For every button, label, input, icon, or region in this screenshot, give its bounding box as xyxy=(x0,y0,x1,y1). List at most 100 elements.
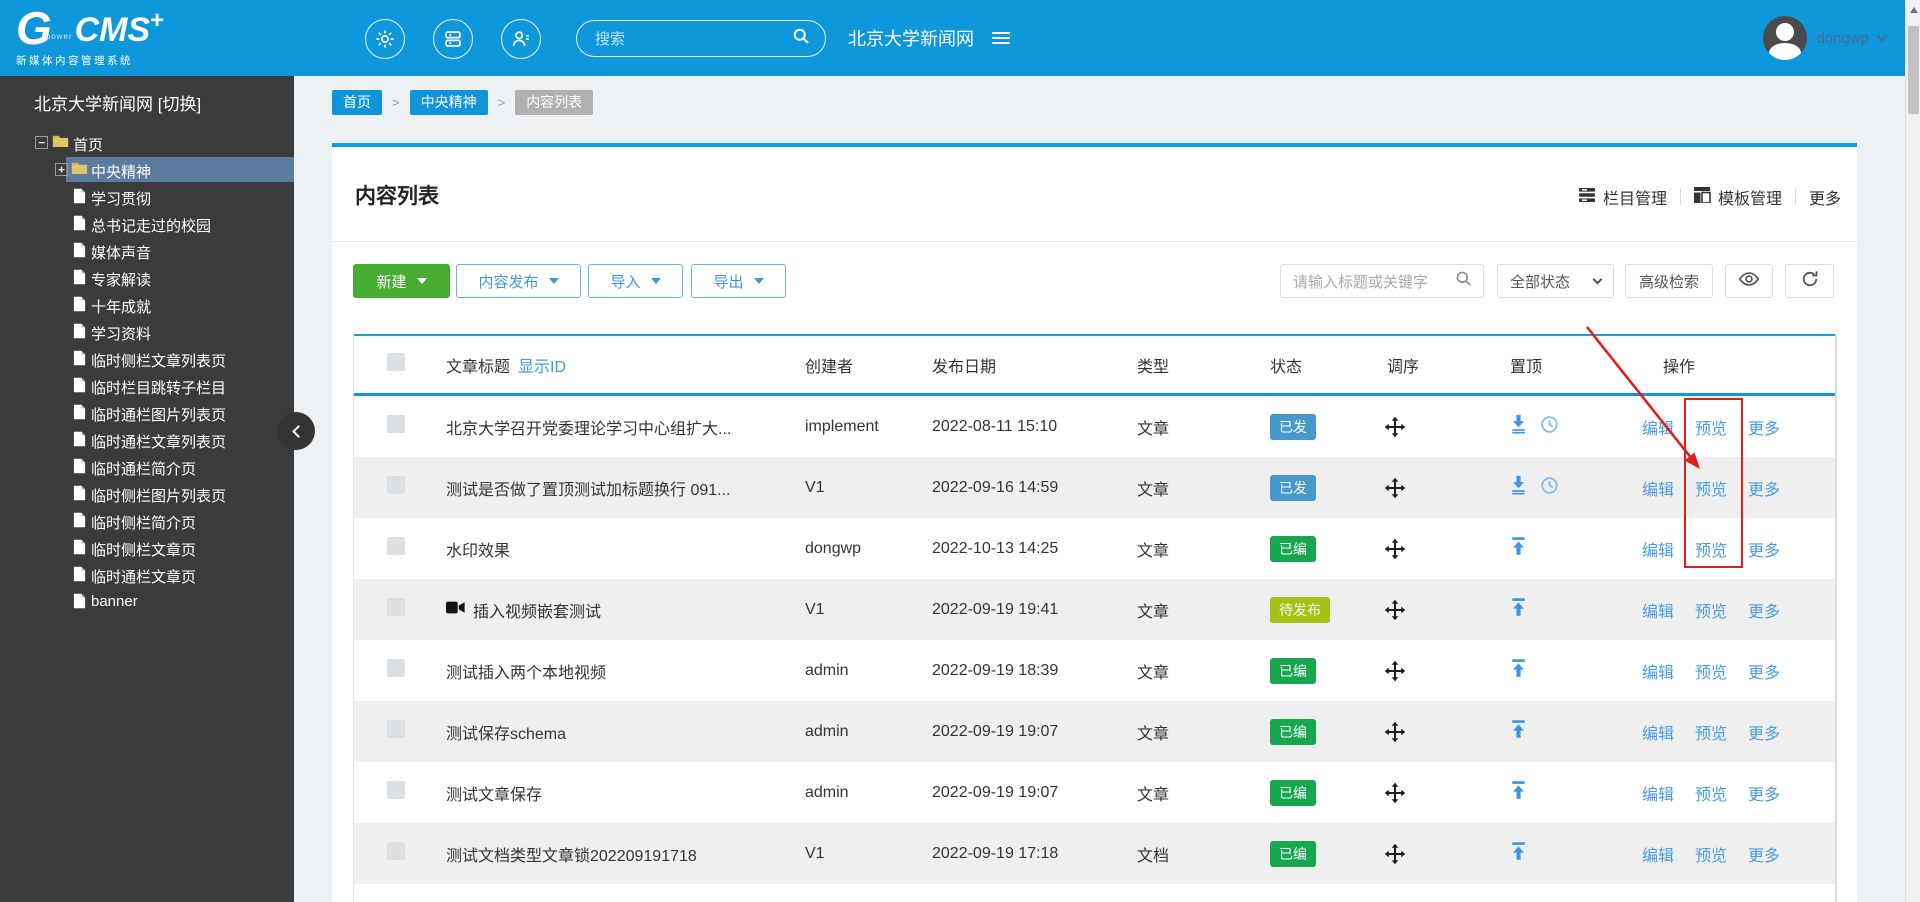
avatar[interactable] xyxy=(1763,16,1808,60)
move-icon[interactable] xyxy=(1382,660,1510,682)
row-checkbox[interactable] xyxy=(387,476,405,494)
column-manage-button[interactable]: 栏目管理 xyxy=(1578,185,1667,209)
preview-link[interactable]: 预览 xyxy=(1695,848,1727,865)
more-link[interactable]: 更多 xyxy=(1748,482,1780,499)
article-title[interactable]: 测试保存schema xyxy=(446,720,566,744)
tree-item[interactable]: + 中央精神 xyxy=(0,156,294,183)
edit-link[interactable]: 编辑 xyxy=(1642,665,1674,682)
tree-item[interactable]: 媒体声音 xyxy=(0,237,294,264)
new-button[interactable]: 新建 xyxy=(353,264,450,298)
refresh-button[interactable] xyxy=(1785,264,1834,298)
sidebar-site-title[interactable]: 北京大学新闻网 [切换] xyxy=(34,90,201,115)
page-scrollbar[interactable] xyxy=(1905,0,1920,902)
tree-item[interactable]: 临时侧栏图片列表页 xyxy=(0,480,294,507)
clock-icon[interactable] xyxy=(1540,415,1559,439)
more-link[interactable]: 更多 xyxy=(1748,665,1780,682)
edit-link[interactable]: 编辑 xyxy=(1642,421,1674,438)
pin-top-icon[interactable] xyxy=(1510,536,1527,561)
preview-link[interactable]: 预览 xyxy=(1695,726,1727,743)
advanced-search-button[interactable]: 高级检索 xyxy=(1625,264,1713,298)
article-title[interactable]: 水印效果 xyxy=(446,537,510,561)
header-search[interactable]: 搜索 xyxy=(576,20,826,57)
row-checkbox[interactable] xyxy=(387,781,405,799)
hamburger-icon[interactable] xyxy=(992,29,1010,47)
more-link[interactable]: 更多 xyxy=(1748,543,1780,560)
row-checkbox[interactable] xyxy=(387,842,405,860)
move-icon[interactable] xyxy=(1382,477,1510,499)
scroll-up-button[interactable] xyxy=(1906,2,1920,18)
row-checkbox[interactable] xyxy=(387,537,405,555)
template-manage-button[interactable]: 模板管理 xyxy=(1693,185,1782,209)
show-id-link[interactable]: 显示ID xyxy=(518,353,566,377)
article-title[interactable]: 北京大学召开党委理论学习中心组扩大... xyxy=(446,415,731,439)
row-checkbox[interactable] xyxy=(387,659,405,677)
unpublish-icon[interactable] xyxy=(1510,475,1527,500)
user-menu[interactable]: dongwp xyxy=(1763,0,1888,76)
import-button[interactable]: 导入 xyxy=(588,264,683,298)
keyword-search-input[interactable]: 请输入标题或关键字 xyxy=(1280,264,1484,298)
pin-top-icon[interactable] xyxy=(1510,597,1527,622)
more-button[interactable]: 更多 xyxy=(1809,185,1841,209)
article-title[interactable]: 测试插入两个本地视频 xyxy=(446,659,606,683)
tree-item[interactable]: 临时通栏文章页 xyxy=(0,561,294,588)
users-button[interactable] xyxy=(501,19,541,59)
tree-item[interactable]: 临时栏目跳转子栏目 xyxy=(0,372,294,399)
edit-link[interactable]: 编辑 xyxy=(1642,604,1674,621)
tree-item[interactable]: − 首页 xyxy=(0,129,294,156)
preview-link[interactable]: 预览 xyxy=(1695,421,1727,438)
article-title[interactable]: 测试文档类型文章锁202209191718 xyxy=(446,842,697,866)
edit-link[interactable]: 编辑 xyxy=(1642,482,1674,499)
preview-link[interactable]: 预览 xyxy=(1695,604,1727,621)
move-icon[interactable] xyxy=(1382,782,1510,804)
sidebar-collapse-button[interactable] xyxy=(277,412,315,450)
search-icon[interactable] xyxy=(791,26,825,51)
tree-item[interactable]: 临时通栏图片列表页 xyxy=(0,399,294,426)
edit-link[interactable]: 编辑 xyxy=(1642,726,1674,743)
scrollbar-thumb[interactable] xyxy=(1908,26,1919,114)
article-title[interactable]: 测试文章保存 xyxy=(446,781,542,805)
tree-item[interactable]: 学习贯彻 xyxy=(0,183,294,210)
preview-link[interactable]: 预览 xyxy=(1695,482,1727,499)
tree-item[interactable]: 临时侧栏简介页 xyxy=(0,507,294,534)
more-link[interactable]: 更多 xyxy=(1748,726,1780,743)
edit-link[interactable]: 编辑 xyxy=(1642,787,1674,804)
more-link[interactable]: 更多 xyxy=(1748,604,1780,621)
tree-item[interactable]: 临时侧栏文章列表页 xyxy=(0,345,294,372)
tree-item[interactable]: 临时通栏文章列表页 xyxy=(0,426,294,453)
tree-expander[interactable]: + xyxy=(55,163,68,176)
clock-icon[interactable] xyxy=(1540,476,1559,500)
tree-item[interactable]: 临时通栏简介页 xyxy=(0,453,294,480)
tree-item[interactable]: 十年成就 xyxy=(0,291,294,318)
breadcrumb-item[interactable]: 首页 xyxy=(332,90,382,115)
modules-button[interactable] xyxy=(433,19,473,59)
move-icon[interactable] xyxy=(1382,416,1510,438)
tree-item[interactable]: banner xyxy=(0,588,294,615)
preview-link[interactable]: 预览 xyxy=(1695,543,1727,560)
select-all-checkbox[interactable] xyxy=(387,353,405,371)
content-publish-button[interactable]: 内容发布 xyxy=(456,264,581,298)
move-icon[interactable] xyxy=(1382,843,1510,865)
row-checkbox[interactable] xyxy=(387,720,405,738)
more-link[interactable]: 更多 xyxy=(1748,421,1780,438)
article-title[interactable]: 测试是否做了置顶测试加标题换行 091... xyxy=(446,476,730,500)
search-icon[interactable] xyxy=(1454,269,1483,293)
tree-item[interactable]: 专家解读 xyxy=(0,264,294,291)
export-button[interactable]: 导出 xyxy=(691,264,786,298)
tree-expander[interactable]: − xyxy=(35,136,48,149)
move-icon[interactable] xyxy=(1382,538,1510,560)
row-checkbox[interactable] xyxy=(387,415,405,433)
tree-item[interactable]: 总书记走过的校园 xyxy=(0,210,294,237)
move-icon[interactable] xyxy=(1382,721,1510,743)
pin-top-icon[interactable] xyxy=(1510,658,1527,683)
article-title[interactable]: 插入视频嵌套测试 xyxy=(473,598,601,622)
more-link[interactable]: 更多 xyxy=(1748,848,1780,865)
pin-top-icon[interactable] xyxy=(1510,841,1527,866)
pin-top-icon[interactable] xyxy=(1510,780,1527,805)
preview-link[interactable]: 预览 xyxy=(1695,665,1727,682)
move-icon[interactable] xyxy=(1382,599,1510,621)
breadcrumb-item[interactable]: 中央精神 xyxy=(409,90,488,115)
row-checkbox[interactable] xyxy=(387,598,405,616)
breadcrumb-item[interactable]: 内容列表 xyxy=(515,90,594,115)
tree-item[interactable]: 临时侧栏文章页 xyxy=(0,534,294,561)
settings-button[interactable] xyxy=(365,19,405,59)
